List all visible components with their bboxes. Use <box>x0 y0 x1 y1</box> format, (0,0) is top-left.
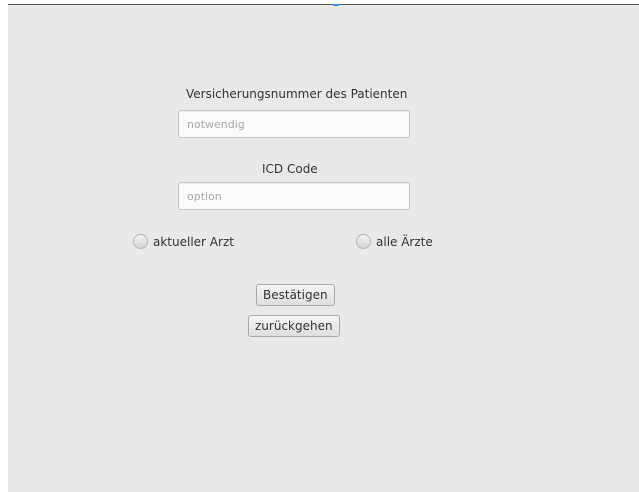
radio-all-doctors-label: alle Ärzte <box>376 234 433 249</box>
app-window: Versicherungsnummer des Patienten ICD Co… <box>8 4 639 492</box>
back-button[interactable]: zurückgehen <box>248 315 340 337</box>
confirm-button[interactable]: Bestätigen <box>256 284 335 306</box>
radio-button-icon[interactable] <box>356 234 371 249</box>
insurance-number-label: Versicherungsnummer des Patienten <box>186 87 408 101</box>
focus-indicator <box>333 4 339 6</box>
icd-code-label: ICD Code <box>262 162 318 176</box>
radio-current-doctor[interactable]: aktueller Arzt <box>133 234 234 249</box>
radio-button-icon[interactable] <box>133 234 148 249</box>
radio-all-doctors[interactable]: alle Ärzte <box>356 234 433 249</box>
insurance-number-input[interactable] <box>178 110 410 138</box>
icd-code-input[interactable] <box>178 182 410 210</box>
radio-current-doctor-label: aktueller Arzt <box>153 234 234 249</box>
